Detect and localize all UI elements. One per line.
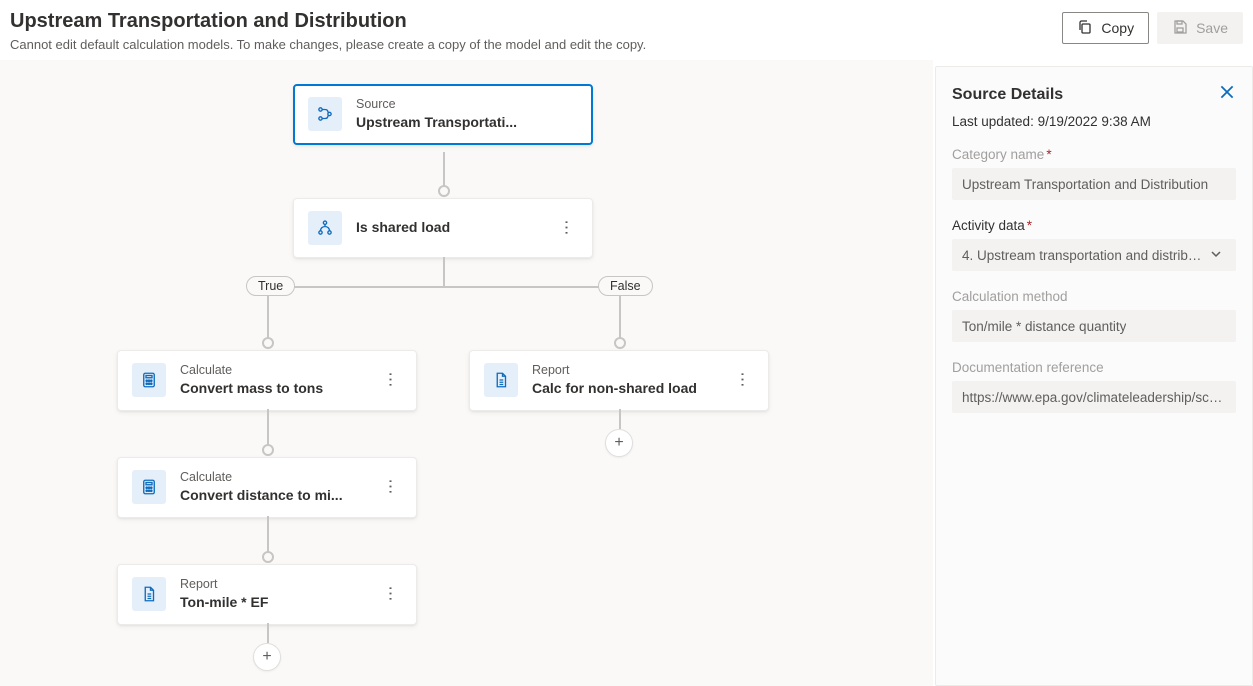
updated-value: 9/19/2022 9:38 AM [1038, 114, 1151, 129]
connector-port [262, 551, 274, 563]
node-report-tonmile[interactable]: Report Ton-mile * EF ⋯ [117, 564, 417, 625]
page-title: Upstream Transportation and Distribution [10, 10, 1243, 33]
save-icon [1172, 19, 1188, 38]
node-more-button[interactable]: ⋯ [554, 218, 578, 238]
node-more-button[interactable]: ⋯ [378, 370, 402, 390]
activity-data-value: 4. Upstream transportation and distribut… [962, 248, 1202, 263]
panel-title: Source Details [952, 86, 1063, 104]
activity-data-select[interactable]: 4. Upstream transportation and distribut… [952, 239, 1236, 271]
node-label: Report [180, 577, 364, 592]
node-more-button[interactable]: ⋯ [730, 370, 754, 390]
connector-port [262, 337, 274, 349]
node-more-button[interactable]: ⋯ [378, 477, 402, 497]
node-calc-mass[interactable]: Calculate Convert mass to tons ⋯ [117, 350, 417, 411]
flow-canvas[interactable]: Source Upstream Transportati... Is share… [0, 60, 933, 686]
documentation-reference-field[interactable]: https://www.epa.gov/climateleadership/sc… [952, 381, 1236, 413]
calculation-method-value: Ton/mile * distance quantity [962, 319, 1126, 334]
add-node-button[interactable]: + [253, 643, 281, 671]
node-condition[interactable]: Is shared load ⋯ [293, 198, 593, 258]
field-label-activity: Activity data* [952, 218, 1236, 233]
chevron-down-icon [1210, 248, 1226, 263]
document-icon [132, 577, 166, 611]
document-icon [484, 363, 518, 397]
node-title: Convert mass to tons [180, 380, 364, 398]
header: Upstream Transportation and Distribution… [10, 10, 1243, 52]
close-button[interactable] [1218, 83, 1236, 106]
copy-label: Copy [1101, 20, 1134, 36]
calculator-icon [132, 363, 166, 397]
save-button: Save [1157, 12, 1243, 44]
node-title: Is shared load [356, 219, 540, 237]
page-subtitle: Cannot edit default calculation models. … [10, 37, 1243, 52]
field-label-category: Category name* [952, 147, 1236, 162]
save-label: Save [1196, 20, 1228, 36]
connector [619, 409, 621, 429]
node-title: Convert distance to mi... [180, 487, 364, 505]
copy-button[interactable]: Copy [1062, 12, 1149, 44]
node-source[interactable]: Source Upstream Transportati... [293, 84, 593, 145]
field-label-docref: Documentation reference [952, 360, 1236, 375]
connector-port [614, 337, 626, 349]
node-label: Source [356, 97, 578, 112]
category-name-field[interactable]: Upstream Transportation and Distribution [952, 168, 1236, 200]
copy-icon [1077, 19, 1093, 38]
node-title: Calc for non-shared load [532, 380, 716, 398]
branch-label-true: True [246, 276, 295, 296]
last-updated: Last updated: 9/19/2022 9:38 AM [952, 114, 1236, 129]
calculation-method-field[interactable]: Ton/mile * distance quantity [952, 310, 1236, 342]
decision-icon [308, 211, 342, 245]
calculator-icon [132, 470, 166, 504]
category-name-value: Upstream Transportation and Distribution [962, 177, 1208, 192]
node-title: Upstream Transportati... [356, 114, 578, 132]
node-more-button[interactable]: ⋯ [378, 584, 402, 604]
connector [443, 257, 445, 287]
node-calc-distance[interactable]: Calculate Convert distance to mi... ⋯ [117, 457, 417, 518]
details-panel: Source Details Last updated: 9/19/2022 9… [935, 66, 1253, 686]
connector-port [438, 185, 450, 197]
documentation-reference-value: https://www.epa.gov/climateleadership/sc… [962, 390, 1226, 405]
field-label-method: Calculation method [952, 289, 1236, 304]
node-report-nonshared[interactable]: Report Calc for non-shared load ⋯ [469, 350, 769, 411]
add-node-button[interactable]: + [605, 429, 633, 457]
branch-label-false: False [598, 276, 653, 296]
connector [267, 286, 621, 288]
connector-port [262, 444, 274, 456]
node-title: Ton-mile * EF [180, 594, 364, 612]
node-label: Calculate [180, 470, 364, 485]
node-label: Report [532, 363, 716, 378]
updated-prefix: Last updated: [952, 114, 1038, 129]
connector [267, 623, 269, 643]
node-label: Calculate [180, 363, 364, 378]
header-actions: Copy Save [1062, 12, 1243, 44]
branch-icon [308, 97, 342, 131]
